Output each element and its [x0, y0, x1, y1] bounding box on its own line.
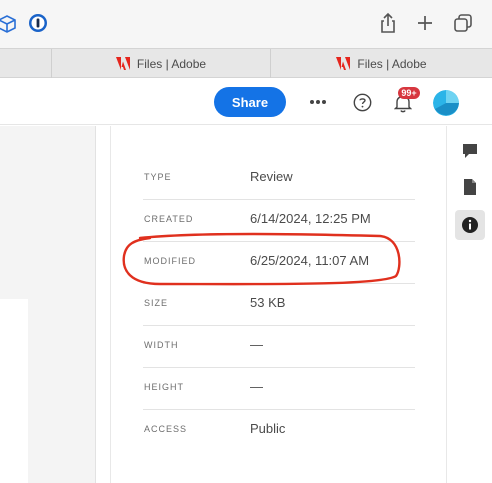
info-value: 6/25/2024, 11:07 AM — [250, 253, 370, 268]
document-rail-button[interactable] — [455, 172, 485, 202]
info-value: Review — [250, 169, 293, 184]
info-value: 6/14/2024, 12:25 PM — [250, 211, 371, 226]
adobe-logo-icon — [336, 57, 351, 70]
right-rail — [446, 126, 492, 483]
box-icon[interactable] — [0, 11, 18, 35]
notification-badge: 99+ — [398, 87, 420, 99]
avatar[interactable] — [433, 90, 459, 116]
preview-card — [0, 299, 28, 483]
info-row-size: SIZE 53 KB — [143, 284, 415, 326]
info-value: 53 KB — [250, 295, 286, 310]
info-row-access: ACCESS Public — [143, 410, 415, 452]
file-info-panel: TYPE Review CREATED 6/14/2024, 12:25 PM … — [110, 126, 446, 483]
share-button[interactable]: Share — [214, 87, 286, 117]
password-manager-icon[interactable] — [26, 11, 50, 35]
info-label: TYPE — [144, 172, 172, 182]
help-icon[interactable] — [351, 91, 373, 113]
info-value: — — [250, 379, 263, 394]
info-row-modified: MODIFIED 6/25/2024, 11:07 AM — [143, 242, 415, 284]
tab-bar: Files | Adobe Files | Adobe — [0, 48, 492, 78]
info-rail-button[interactable] — [455, 210, 485, 240]
tab-label: Files | Adobe — [136, 56, 207, 71]
info-icon — [462, 217, 478, 233]
tab-partial[interactable] — [0, 49, 51, 78]
share-sheet-icon[interactable] — [376, 11, 400, 35]
app-header: Share — [0, 78, 492, 125]
comment-icon — [463, 144, 477, 158]
tab-overview-icon[interactable] — [451, 11, 475, 35]
info-label: SIZE — [144, 298, 169, 308]
info-label: MODIFIED — [144, 256, 196, 266]
tab-label: Files | Adobe — [357, 56, 427, 71]
new-tab-icon[interactable] — [413, 11, 437, 35]
info-row-type: TYPE Review — [143, 158, 415, 200]
comments-rail-button[interactable] — [455, 136, 485, 166]
info-value: — — [250, 337, 263, 352]
info-row-width: WIDTH — — [143, 326, 415, 368]
info-label: CREATED — [144, 214, 194, 224]
document-icon — [464, 179, 476, 195]
tab-files-adobe-1[interactable]: Files | Adobe — [51, 49, 270, 78]
info-label: WIDTH — [144, 340, 179, 350]
adobe-logo-icon — [115, 57, 130, 70]
info-label: ACCESS — [144, 424, 188, 434]
info-label: HEIGHT — [144, 382, 185, 392]
info-value: Public — [250, 421, 286, 436]
tab-files-adobe-2[interactable]: Files | Adobe — [270, 49, 492, 78]
browser-toolbar — [0, 0, 492, 48]
more-options-icon[interactable] — [306, 91, 330, 113]
info-row-created: CREATED 6/14/2024, 12:25 PM — [143, 200, 415, 242]
info-row-height: HEIGHT — — [143, 368, 415, 410]
